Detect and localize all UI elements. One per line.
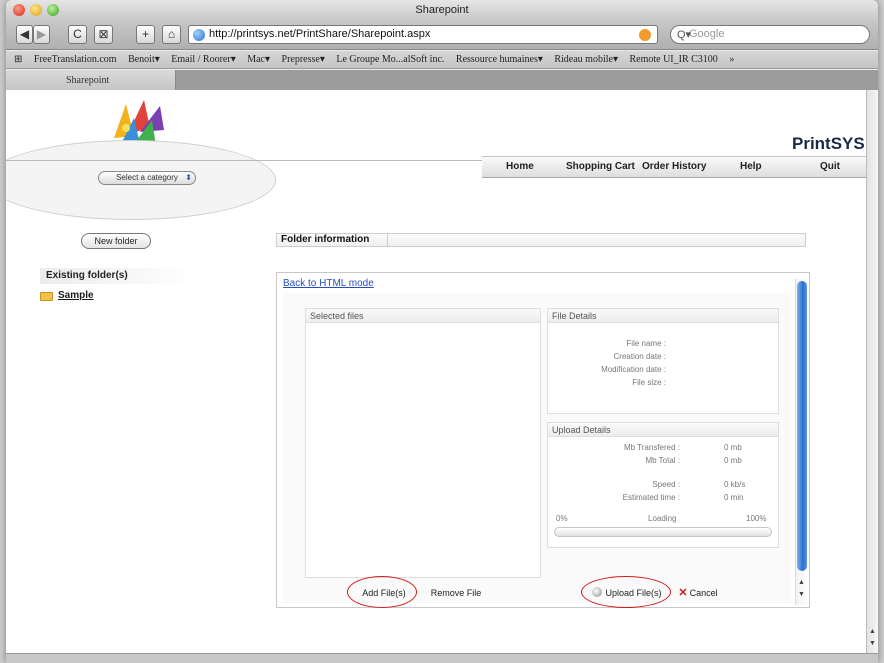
bookmarks-overflow-icon[interactable]: » [729,51,734,68]
add-bookmark-button[interactable]: + [136,25,155,44]
upload-progress-bar [554,527,772,537]
address-field[interactable]: http://printsys.net/PrintShare/Sharepoin… [188,25,658,44]
reload-button[interactable]: C [68,25,87,44]
nav-quit[interactable]: Quit [820,157,840,177]
search-placeholder: Google [689,28,725,40]
back-button[interactable]: ◀ [16,25,33,44]
bookmark-email[interactable]: Email / Roorer▾ [171,51,235,68]
upload-details-heading: Upload Details [548,423,778,437]
estimated-time-value: 0 min [724,493,744,502]
mb-total-label: Mb Total : [645,456,680,465]
cancel-icon: ✕ [678,587,688,599]
upload-panel: Back to HTML mode Selected files File De… [276,272,810,608]
scroll-down-icon[interactable]: ▼ [798,591,805,598]
folder-information-bar: Folder information [276,233,806,247]
selected-files-list[interactable]: Selected files [305,308,541,578]
search-input[interactable]: Q▾ Google [670,25,870,44]
bookmarks-book-icon[interactable]: ⊞ [14,51,22,68]
progress-end-label: 100% [746,514,767,523]
screenshot-icon: ⊠ [98,27,109,41]
nav-help[interactable]: Help [740,157,762,177]
speed-value: 0 kb/s [724,480,746,489]
globe-icon [193,29,205,41]
bookmark-remote[interactable]: Remote UI_IR C3100 [629,51,717,68]
browser-toolbar: ◀ ▶ C ⊠ + ⌂ http://printsys.net/PrintSha… [6,20,878,50]
web-page: PrintSYS Home Shopping Cart Order Histor… [6,90,866,653]
modification-date-label: Modification date : [601,365,666,374]
home-button[interactable]: ⌂ [162,25,181,44]
add-icon: + [141,27,149,41]
file-name-label: File name : [626,339,666,348]
nav-order-history[interactable]: Order History [642,157,706,177]
back-icon: ◀ [19,27,30,41]
scroll-up-icon[interactable]: ▲ [798,579,805,586]
mb-total-value: 0 mb [724,456,742,465]
address-url: http://printsys.net/PrintShare/Sharepoin… [209,28,431,40]
file-size-label: File size : [632,378,666,387]
nav-shopping-cart[interactable]: Shopping Cart [566,157,635,177]
remove-file-button[interactable]: Remove File [423,585,489,601]
add-files-highlight-ring [347,576,417,608]
window-title: Sharepoint [415,4,469,16]
upload-details-panel: Upload Details Mb Transfered : 0 mb Mb T… [547,422,779,548]
folder-item-sample[interactable]: Sample [40,289,94,303]
bookmark-mac[interactable]: Mac▾ [247,51,270,68]
nav-home[interactable]: Home [506,157,534,177]
bookmark-prepresse[interactable]: Prepresse▾ [282,51,325,68]
selected-files-heading: Selected files [306,309,540,323]
tab-sharepoint[interactable]: Sharepoint [6,70,176,90]
file-details-panel: File Details File name : Creation date :… [547,308,779,414]
bookmark-groupe[interactable]: Le Groupe Mo...alSoft inc. [336,51,444,68]
status-bar [6,653,878,663]
upload-files-highlight-ring [581,576,671,608]
back-to-html-mode-link[interactable]: Back to HTML mode [283,278,374,289]
forward-icon: ▶ [36,27,47,41]
zoom-window-button[interactable] [47,4,59,16]
progress-status-label: Loading [648,514,677,523]
category-select[interactable]: Select a category ⬍ [98,171,196,185]
upload-panel-scrollbar[interactable]: ▲ ▼ [795,279,807,605]
page-scrollbar[interactable]: ▲ ▼ [866,90,878,653]
folder-item-label: Sample [58,290,94,301]
page-scroll-up-icon[interactable]: ▲ [869,628,876,635]
creation-date-label: Creation date : [613,352,666,361]
title-bar: Sharepoint [6,0,878,20]
tab-bar: Sharepoint [6,70,878,90]
progress-start-label: 0% [556,514,568,523]
mb-transferred-value: 0 mb [724,443,742,452]
screenshot-button[interactable]: ⊠ [94,25,113,44]
minimize-window-button[interactable] [30,4,42,16]
bookmarks-bar: ⊞ FreeTranslation.com Benoit▾ Email / Ro… [6,51,878,69]
rss-icon[interactable] [639,29,651,41]
folder-icon [40,292,53,301]
upload-panel-scroll-thumb[interactable] [797,281,807,571]
cancel-label: Cancel [689,588,718,598]
page-scroll-down-icon[interactable]: ▼ [869,640,876,647]
new-folder-button[interactable]: New folder [81,233,151,249]
file-details-heading: File Details [548,309,778,323]
search-icon: Q▾ [677,29,692,41]
home-icon: ⌂ [167,27,176,41]
brand-name: PrintSYS [792,134,865,153]
category-select-value: Select a category [116,173,178,182]
existing-folders-heading: Existing folder(s) [40,268,196,284]
select-arrows-icon: ⬍ [185,173,192,182]
browser-window: Sharepoint ◀ ▶ C ⊠ + ⌂ http://printsys.n… [6,0,878,663]
tab-label: Sharepoint [66,75,110,86]
mb-transferred-label: Mb Transfered : [623,443,680,452]
cancel-button[interactable]: ✕ Cancel [673,585,723,601]
bookmark-benoit[interactable]: Benoit▾ [128,51,160,68]
reload-icon: C [73,27,82,41]
bookmark-freetranslation[interactable]: FreeTranslation.com [34,51,117,68]
uploader-area: Selected files File Details File name : … [283,293,791,608]
speed-label: Speed : [652,480,680,489]
folder-information-divider [387,234,388,246]
bookmark-ressource[interactable]: Ressource humaines▾ [456,51,543,68]
folder-information-label: Folder information [281,234,370,245]
main-nav: Home Shopping Cart Order History Help Qu… [482,156,866,178]
estimated-time-label: Estimated time : [622,493,680,502]
close-window-button[interactable] [13,4,25,16]
bookmark-rideau[interactable]: Rideau mobile▾ [554,51,618,68]
forward-button[interactable]: ▶ [33,25,50,44]
